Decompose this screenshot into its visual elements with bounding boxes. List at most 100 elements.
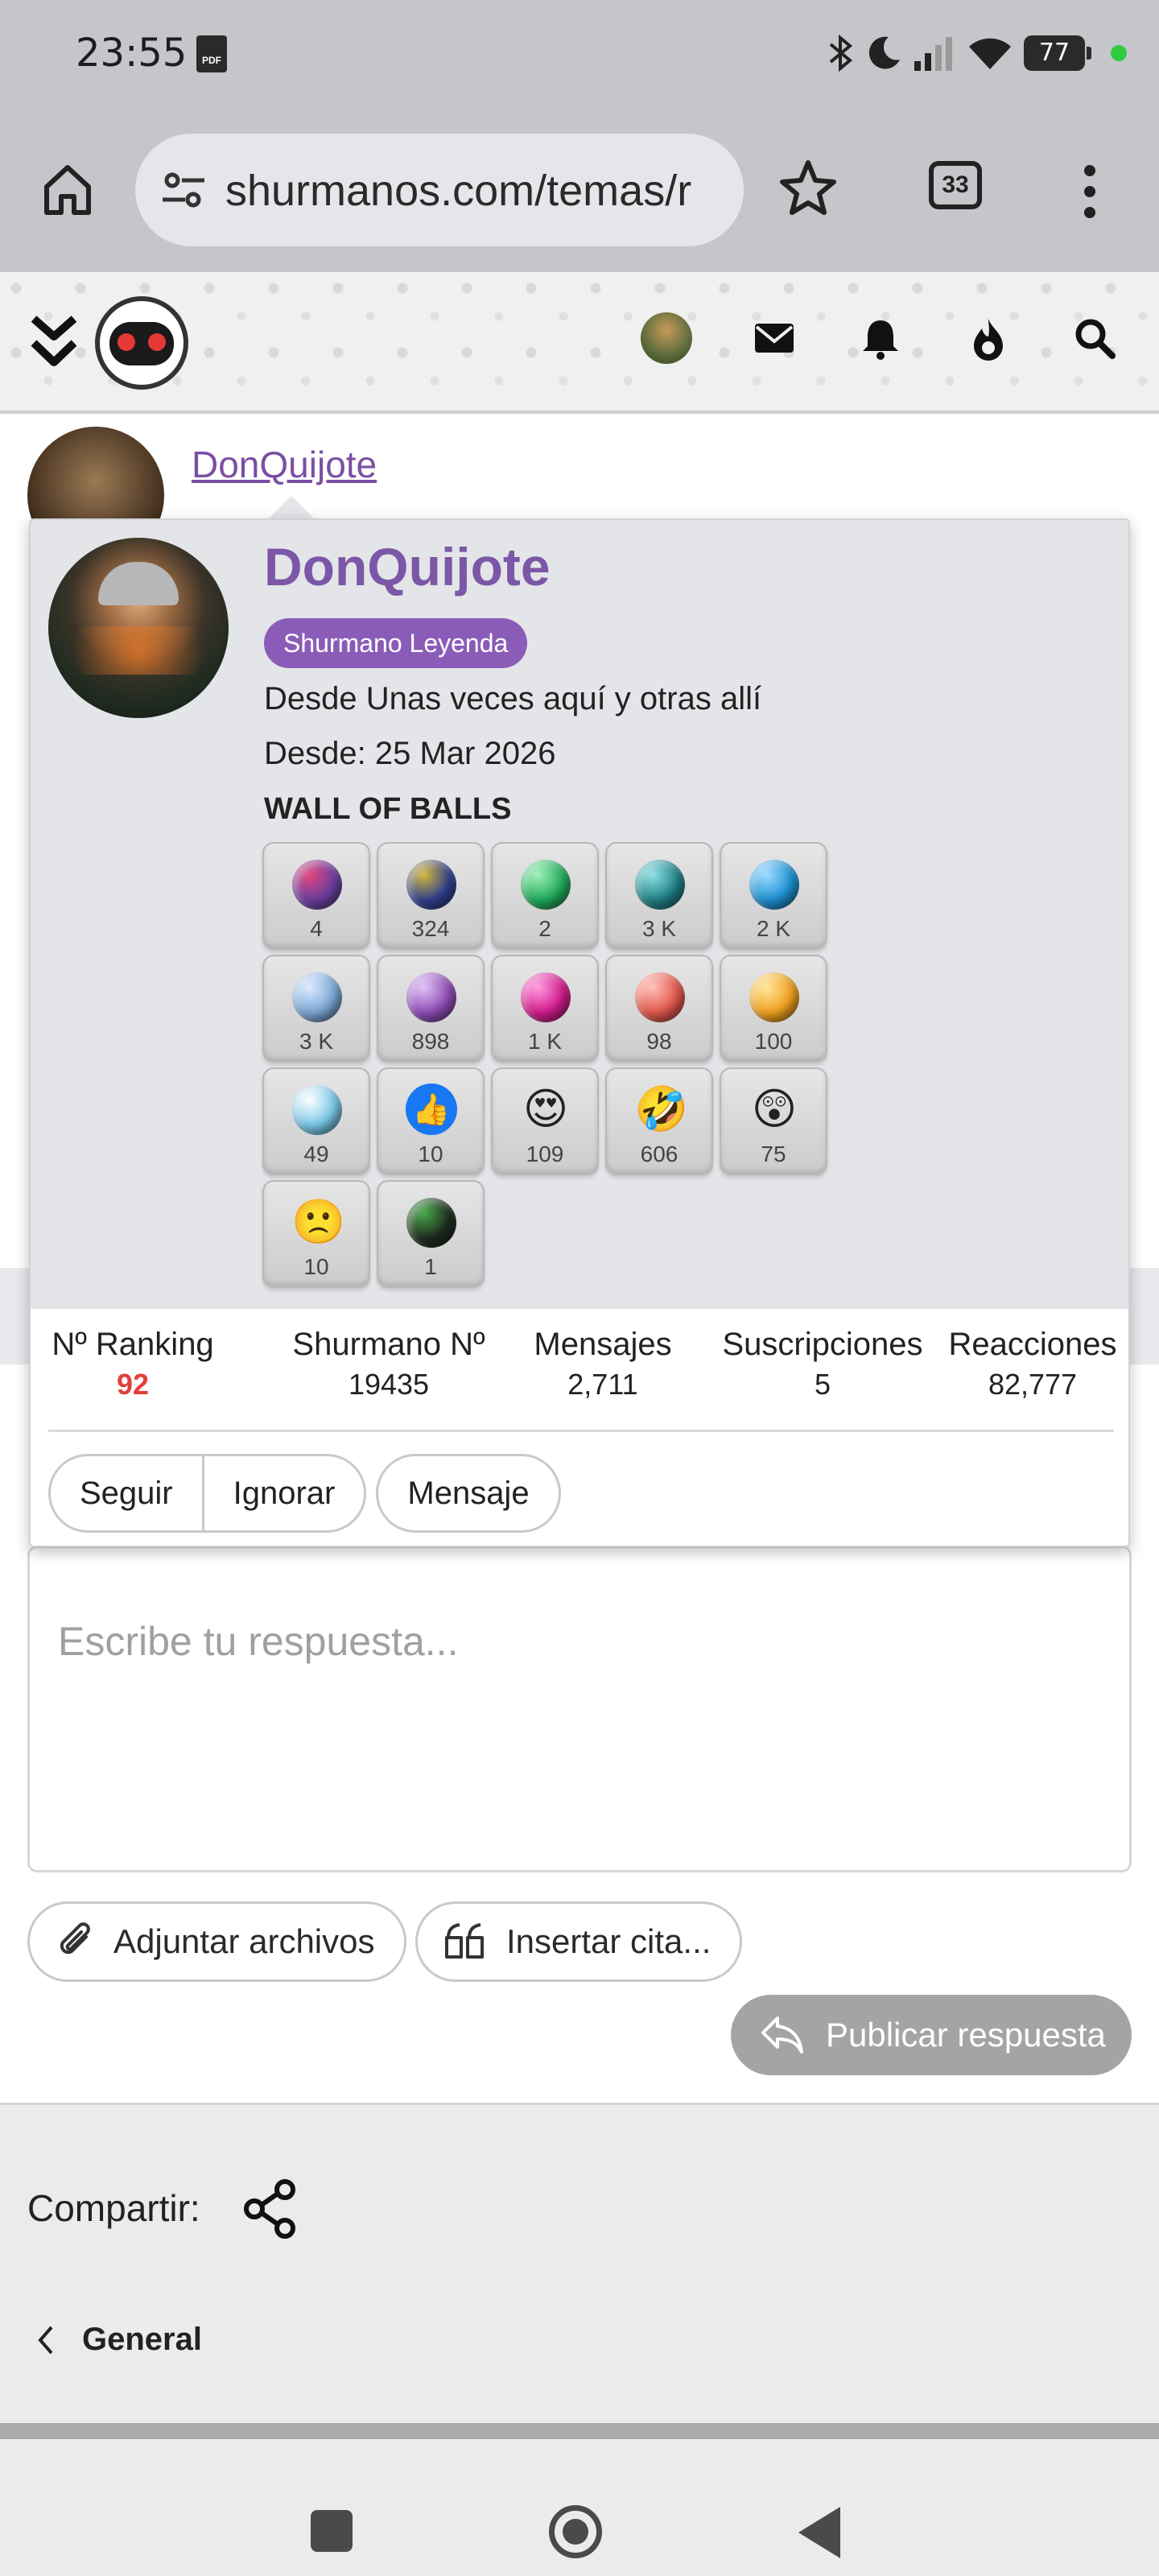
url-text: shurmanos.com/temas/r bbox=[225, 167, 692, 215]
reaction-emoji-icon: 🙁 bbox=[291, 1196, 346, 1247]
stat-ranking: Nº Ranking 92 bbox=[48, 1327, 217, 1402]
reaction-emoji-icon: 🤣 bbox=[634, 1084, 689, 1134]
ball-icon bbox=[406, 972, 456, 1022]
stats-divider bbox=[48, 1430, 1114, 1432]
ball-icon bbox=[406, 860, 456, 910]
wall-ball-cell[interactable]: 👍 10 bbox=[377, 1067, 485, 1175]
reply-editor[interactable] bbox=[27, 1546, 1132, 1872]
breadcrumb[interactable]: General bbox=[35, 2322, 202, 2358]
member-tooltip-card: DonQuijote Shurmano Leyenda Desde Unas v… bbox=[29, 518, 1130, 1547]
wall-ball-cell[interactable]: 4 bbox=[262, 842, 370, 950]
wall-ball-cell[interactable]: 🙁 10 bbox=[262, 1180, 370, 1288]
ball-icon bbox=[635, 860, 685, 910]
stat-label: Shurmano Nº bbox=[292, 1327, 485, 1362]
wall-ball-cell[interactable]: 49 bbox=[262, 1067, 370, 1175]
wall-ball-cell[interactable]: 😍 109 bbox=[491, 1067, 599, 1175]
stat-value: 82,777 bbox=[988, 1368, 1078, 1401]
ball-icon bbox=[521, 972, 571, 1022]
menu-chevrons-icon[interactable] bbox=[29, 312, 79, 372]
message-button[interactable]: Mensaje bbox=[376, 1454, 561, 1533]
home-icon[interactable] bbox=[35, 158, 100, 222]
notifications-bell-icon[interactable] bbox=[858, 316, 903, 361]
do-not-disturb-moon-icon bbox=[868, 36, 900, 69]
ball-count: 1 bbox=[424, 1254, 437, 1279]
post-author-link[interactable]: DonQuijote bbox=[192, 443, 377, 486]
wall-ball-cell[interactable]: 1 K bbox=[491, 955, 599, 1063]
bottom-divider bbox=[0, 2423, 1159, 2439]
pdf-notification-icon: PDF bbox=[196, 35, 227, 72]
wall-ball-cell[interactable]: 2 bbox=[491, 842, 599, 950]
quote-icon bbox=[445, 1923, 484, 1959]
share-icon[interactable] bbox=[241, 2178, 299, 2240]
robot-eye bbox=[148, 333, 166, 351]
stat-value: 2,711 bbox=[567, 1368, 638, 1401]
ball-icon bbox=[406, 1198, 456, 1248]
ball-count: 4 bbox=[310, 916, 323, 941]
member-rank-badge: Shurmano Leyenda bbox=[264, 618, 528, 668]
wall-ball-cell[interactable]: 2 K bbox=[720, 842, 827, 950]
address-bar[interactable]: shurmanos.com/temas/r bbox=[135, 134, 744, 246]
ball-icon bbox=[292, 972, 342, 1022]
stat-label: Nº Ranking bbox=[52, 1327, 214, 1362]
wall-ball-cell[interactable]: 1 bbox=[377, 1180, 485, 1288]
ball-count: 109 bbox=[526, 1141, 564, 1166]
ball-icon bbox=[521, 860, 571, 910]
signal-icon bbox=[914, 37, 952, 71]
stat-messages: Mensajes 2,711 bbox=[520, 1327, 686, 1402]
member-location: Desde Unas veces aquí y otras allí bbox=[264, 681, 762, 716]
attach-files-label: Adjuntar archivos bbox=[113, 1922, 375, 1960]
site-logo[interactable] bbox=[95, 296, 188, 390]
page-footer bbox=[0, 2103, 1159, 2428]
status-time: 23:55 bbox=[76, 31, 188, 76]
reply-placeholder: Escribe tu respuesta... bbox=[58, 1619, 459, 1664]
home-button[interactable] bbox=[549, 2505, 602, 2558]
robot-eye bbox=[118, 333, 135, 351]
publish-reply-label: Publicar respuesta bbox=[826, 2016, 1106, 2054]
ball-count: 10 bbox=[418, 1141, 443, 1166]
stat-label: Suscripciones bbox=[722, 1327, 923, 1362]
wall-ball-cell[interactable]: 😲 75 bbox=[720, 1067, 827, 1175]
ball-count: 324 bbox=[411, 916, 450, 941]
wall-ball-cell[interactable]: 3 K bbox=[605, 842, 713, 950]
reaction-emoji-icon: 😲 bbox=[751, 1084, 798, 1134]
member-name[interactable]: DonQuijote bbox=[264, 536, 551, 597]
reaction-emoji-icon: 😍 bbox=[522, 1084, 569, 1134]
insert-quote-button[interactable]: Insertar cita... bbox=[415, 1901, 743, 1982]
attach-files-button[interactable]: Adjuntar archivos bbox=[27, 1901, 406, 1982]
trending-fire-icon[interactable] bbox=[966, 316, 1011, 364]
member-avatar[interactable] bbox=[48, 538, 229, 718]
wall-ball-cell[interactable]: 324 bbox=[377, 842, 485, 950]
avatar-helmet bbox=[98, 562, 179, 605]
user-avatar[interactable] bbox=[641, 312, 692, 364]
ball-count: 98 bbox=[646, 1029, 672, 1054]
bookmark-star-icon[interactable] bbox=[777, 158, 839, 219]
ignore-button[interactable]: Ignorar bbox=[204, 1454, 367, 1533]
publish-reply-button[interactable]: Publicar respuesta bbox=[731, 1995, 1132, 2075]
android-navigation-bar bbox=[0, 2439, 1159, 2576]
stat-value: 5 bbox=[814, 1368, 831, 1401]
breadcrumb-label: General bbox=[82, 2322, 202, 2357]
messages-envelope-icon[interactable] bbox=[752, 316, 797, 361]
wall-ball-cell[interactable]: 898 bbox=[377, 955, 485, 1063]
stat-reactions: Reacciones 82,777 bbox=[940, 1327, 1125, 1402]
more-options-icon[interactable] bbox=[1074, 159, 1106, 224]
recent-apps-button[interactable] bbox=[311, 2510, 353, 2552]
search-icon[interactable] bbox=[1072, 316, 1117, 361]
ball-icon bbox=[749, 860, 799, 910]
privacy-indicator-dot bbox=[1111, 45, 1127, 61]
stat-subscriptions: Suscripciones 5 bbox=[710, 1327, 935, 1402]
follow-button[interactable]: Seguir bbox=[48, 1454, 204, 1533]
stat-member-number: Shurmano Nº 19435 bbox=[272, 1327, 505, 1402]
stat-label: Reacciones bbox=[948, 1327, 1117, 1362]
tab-switcher-button[interactable]: 33 bbox=[929, 161, 982, 209]
back-button[interactable] bbox=[798, 2507, 840, 2558]
ball-count: 898 bbox=[411, 1029, 450, 1054]
stat-value: 92 bbox=[116, 1368, 150, 1401]
wall-ball-cell[interactable]: 98 bbox=[605, 955, 713, 1063]
wall-ball-cell[interactable]: 100 bbox=[720, 955, 827, 1063]
status-bar: 23:55 PDF 77 bbox=[0, 0, 1159, 113]
site-settings-icon[interactable] bbox=[159, 166, 208, 214]
wall-ball-cell[interactable]: 🤣 606 bbox=[605, 1067, 713, 1175]
browser-toolbar: shurmanos.com/temas/r 33 bbox=[0, 113, 1159, 272]
wall-ball-cell[interactable]: 3 K bbox=[262, 955, 370, 1063]
